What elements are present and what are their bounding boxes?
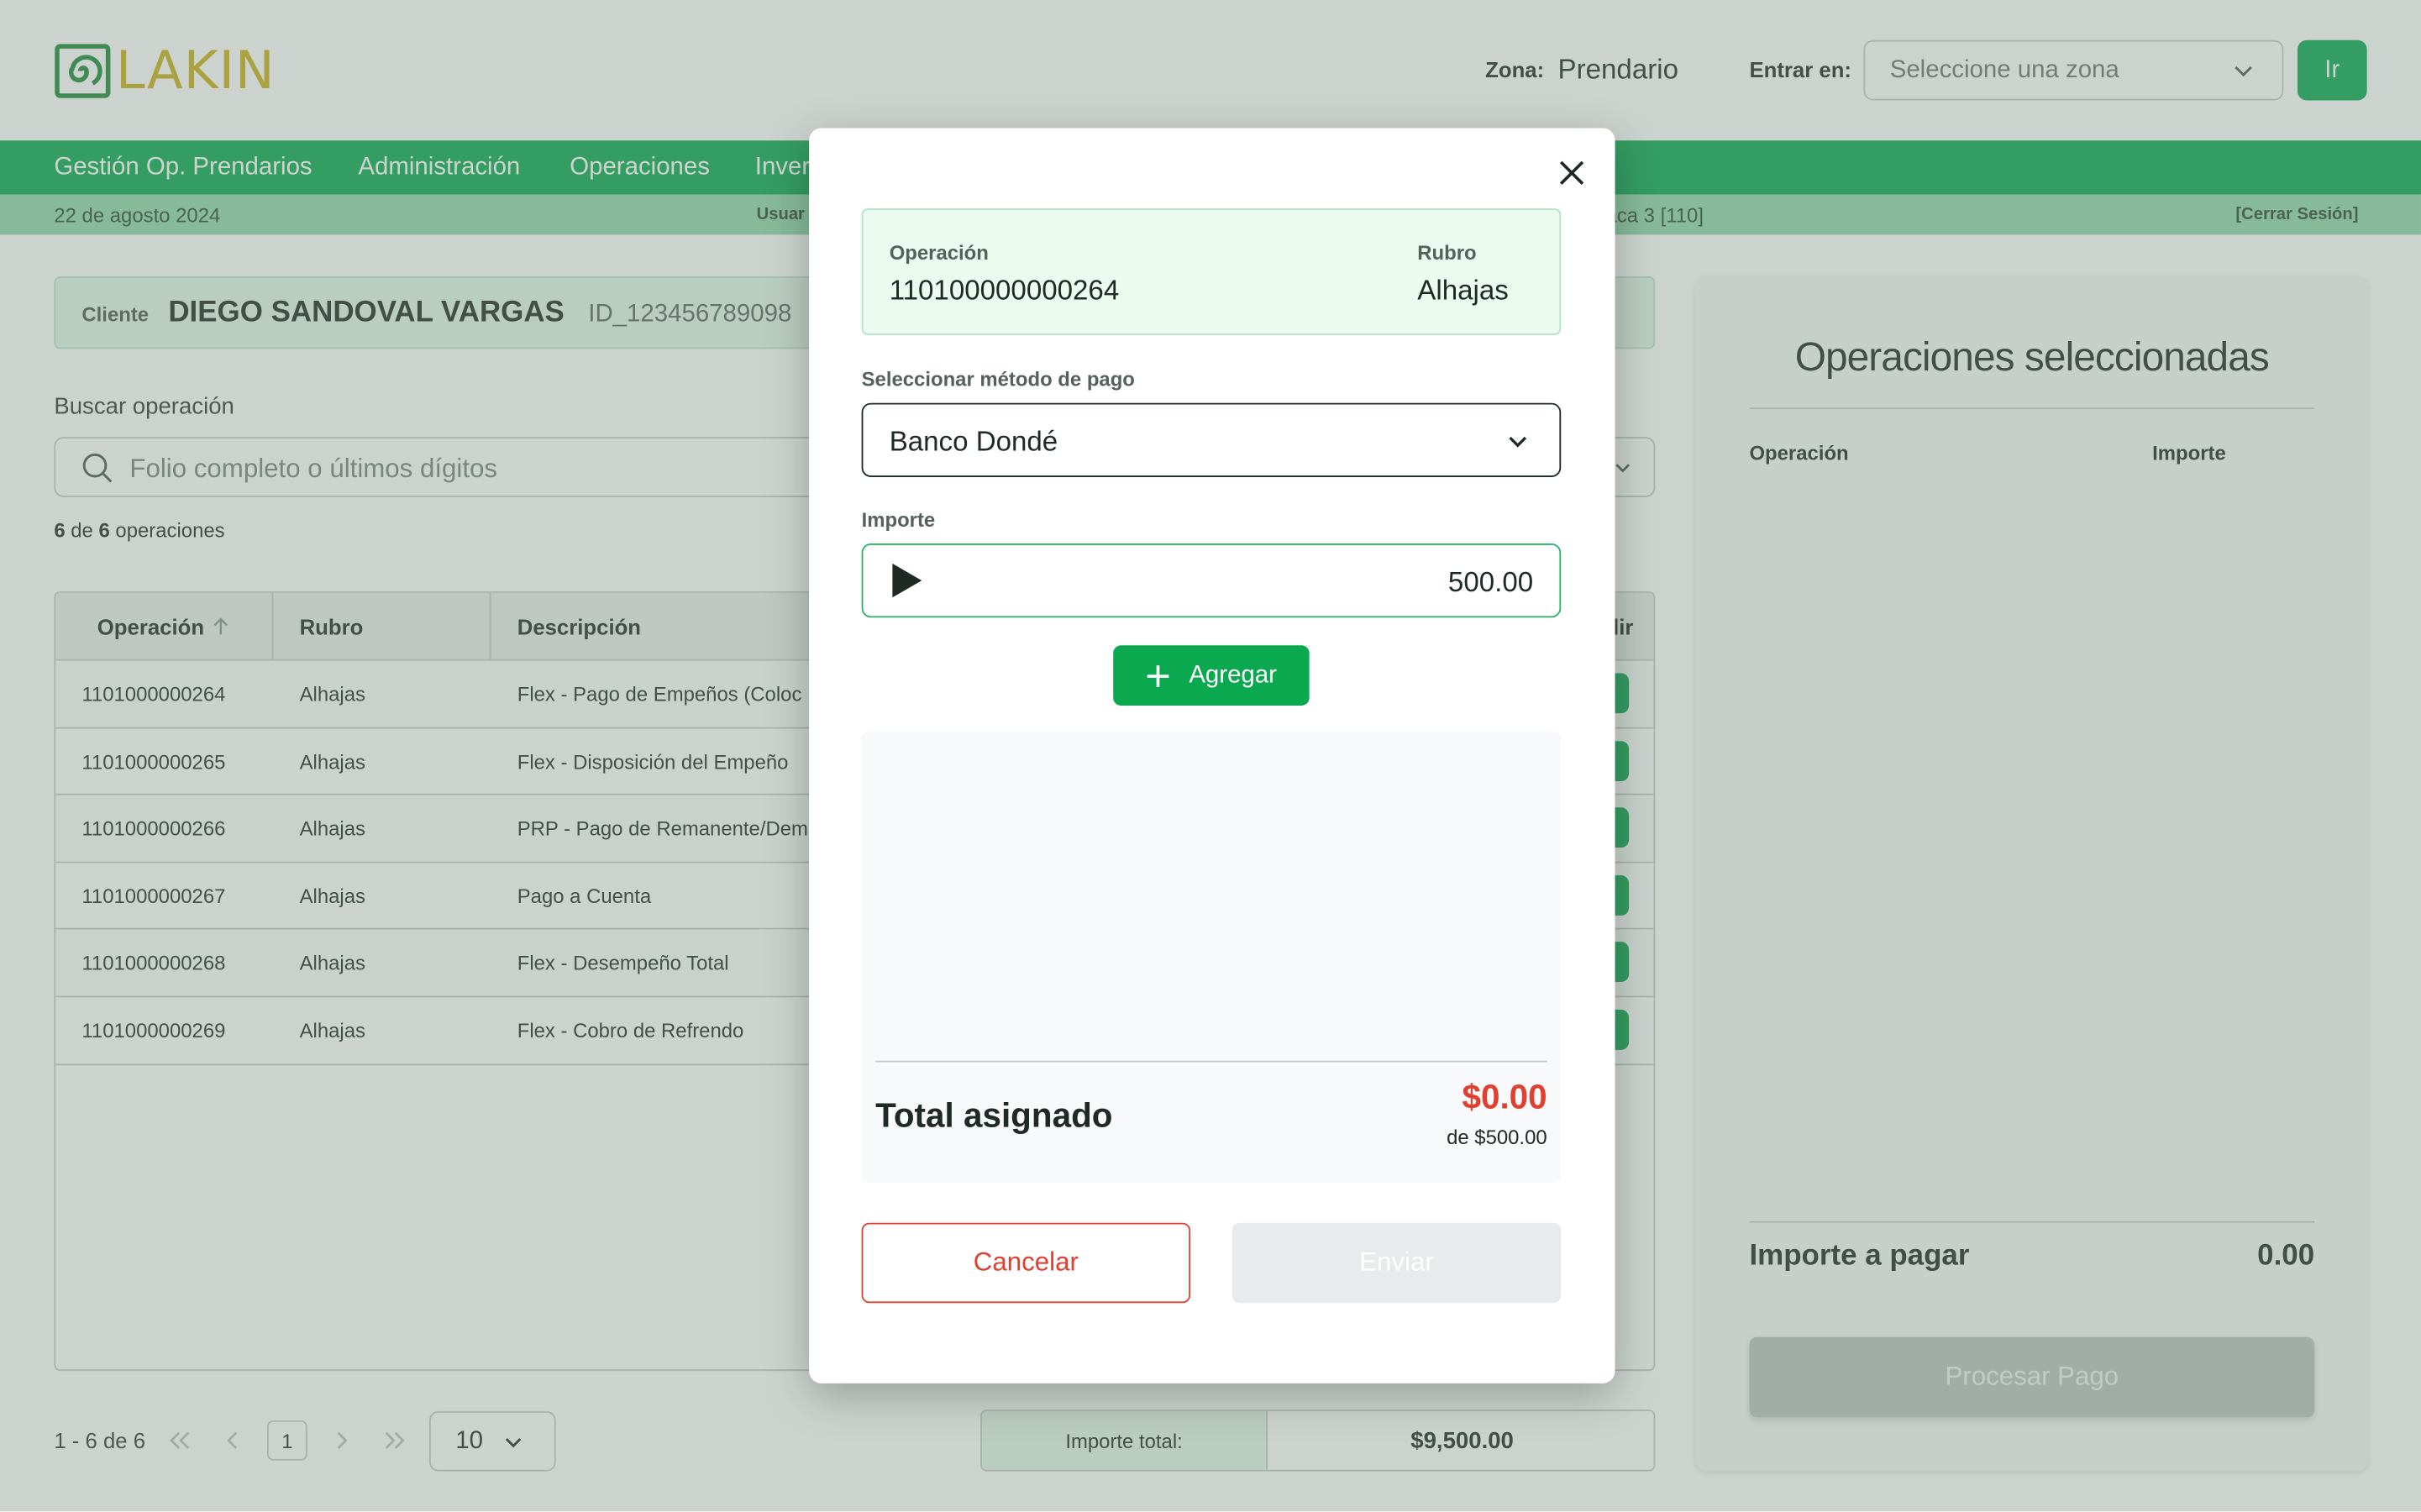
- chevron-down-icon: [1509, 436, 1527, 448]
- operation-summary-card: Operación 110100000000264 Rubro Alhajas: [861, 208, 1562, 335]
- amount-input[interactable]: 500.00: [861, 543, 1562, 618]
- operation-label: Operación: [889, 240, 989, 265]
- payment-method-modal: Operación 110100000000264 Rubro Alhajas …: [809, 128, 1615, 1383]
- total-assigned-value: $0.00: [1462, 1077, 1547, 1116]
- close-icon[interactable]: [1555, 156, 1589, 190]
- cancel-button[interactable]: Cancelar: [861, 1222, 1191, 1304]
- add-payment-button[interactable]: Agregar: [1113, 645, 1310, 706]
- rubro-value: Alhajas: [1417, 275, 1509, 306]
- rubro-label: Rubro: [1417, 240, 1477, 265]
- payments-list: Total asignado $0.00 de $500.00: [861, 732, 1562, 1183]
- payment-method-value: Banco Dondé: [889, 426, 1058, 458]
- plus-icon: [1147, 664, 1169, 686]
- amount-label: Importe: [861, 507, 936, 532]
- amount-value: 500.00: [1447, 566, 1534, 598]
- send-button[interactable]: Enviar: [1232, 1222, 1562, 1304]
- payment-method-select[interactable]: Banco Dondé: [861, 402, 1562, 477]
- add-payment-label: Agregar: [1189, 661, 1277, 688]
- payment-method-label: Seleccionar método de pago: [861, 367, 1135, 391]
- total-assigned-label: Total asignado: [875, 1095, 1113, 1135]
- total-assigned-of: de $500.00: [1447, 1125, 1547, 1149]
- divider: [875, 1060, 1547, 1063]
- play-icon: [892, 563, 922, 598]
- operation-value: 110100000000264: [889, 275, 1120, 306]
